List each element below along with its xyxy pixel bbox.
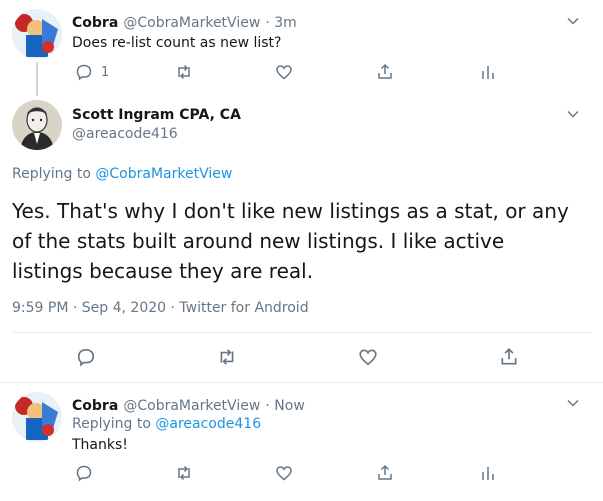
share-icon[interactable] xyxy=(376,63,394,81)
like-icon[interactable] xyxy=(275,464,293,482)
author-handle[interactable]: @areacode416 xyxy=(72,126,178,142)
retweet-icon[interactable] xyxy=(175,464,193,482)
author-handle[interactable]: @CobraMarketView xyxy=(123,15,260,31)
analytics-icon[interactable] xyxy=(480,63,496,81)
timestamp[interactable]: · Now xyxy=(265,398,304,414)
author-name[interactable]: Cobra xyxy=(72,15,118,31)
author-name[interactable]: Cobra xyxy=(72,398,118,414)
tweet-3[interactable]: Cobra @CobraMarketView · Now Replying to… xyxy=(0,383,603,501)
replying-to-handle[interactable]: @areacode416 xyxy=(155,416,261,432)
like-icon[interactable] xyxy=(358,347,378,367)
chevron-down-icon[interactable] xyxy=(566,396,580,410)
tweet-text: Thanks! xyxy=(72,437,128,453)
reply-count: 1 xyxy=(101,65,110,80)
retweet-icon[interactable] xyxy=(175,63,193,81)
reply-icon[interactable] xyxy=(76,347,96,367)
avatar[interactable] xyxy=(12,9,62,59)
like-icon[interactable] xyxy=(275,63,293,81)
replying-to-handle[interactable]: @CobraMarketView xyxy=(95,166,232,182)
tweet-meta[interactable]: 9:59 PM · Sep 4, 2020 · Twitter for Andr… xyxy=(12,300,309,316)
chevron-down-icon[interactable] xyxy=(566,107,580,121)
divider xyxy=(12,332,592,333)
tweet-text: Yes. That's why I don't like new listing… xyxy=(12,199,569,283)
reply-icon[interactable] xyxy=(75,63,93,81)
share-icon[interactable] xyxy=(376,464,394,482)
share-icon[interactable] xyxy=(499,347,519,367)
author-name[interactable]: Scott Ingram CPA, CA xyxy=(72,107,241,123)
reply-icon[interactable] xyxy=(75,464,93,482)
tweet-1[interactable]: Cobra @CobraMarketView · 3m Does re-list… xyxy=(0,0,603,96)
avatar[interactable] xyxy=(12,100,62,150)
author-handle[interactable]: @CobraMarketView xyxy=(123,398,260,414)
replying-to-label: Replying to xyxy=(12,166,91,182)
chevron-down-icon[interactable] xyxy=(566,14,580,28)
replying-to-label: Replying to xyxy=(72,416,151,432)
retweet-icon[interactable] xyxy=(217,347,237,367)
analytics-icon[interactable] xyxy=(480,464,496,482)
avatar[interactable] xyxy=(12,392,62,442)
tweet-text: Does re-list count as new list? xyxy=(72,35,282,51)
tweet-2[interactable]: Scott Ingram CPA, CA @areacode416 Replyi… xyxy=(0,96,603,382)
timestamp[interactable]: · 3m xyxy=(265,15,296,31)
